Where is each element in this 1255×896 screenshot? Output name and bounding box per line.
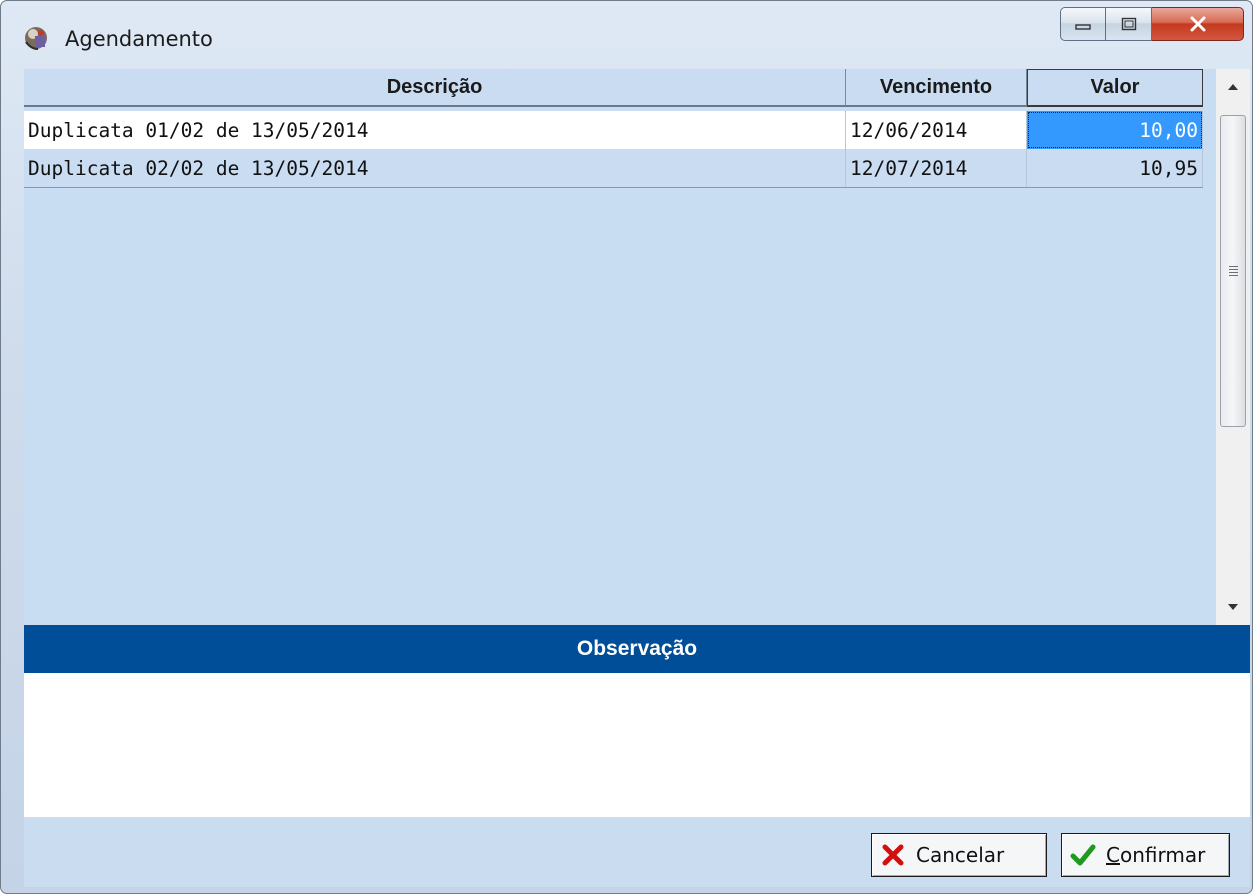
minimize-icon xyxy=(1075,24,1091,30)
column-header-vencimento[interactable]: Vencimento xyxy=(846,69,1027,107)
column-header-valor[interactable]: Valor xyxy=(1027,69,1203,107)
title-bar[interactable]: Agendamento xyxy=(1,1,1252,69)
observacao-header: Observação xyxy=(24,625,1250,673)
grip-icon xyxy=(1228,266,1238,276)
cancel-button-label: Cancelar xyxy=(916,843,1005,867)
cell-valor-selected[interactable]: 10,00 xyxy=(1027,111,1203,149)
scroll-down-button[interactable] xyxy=(1216,589,1250,625)
green-check-icon xyxy=(1070,842,1096,868)
installments-grid[interactable]: Descrição Vencimento Valor Duplicata 01/… xyxy=(24,69,1250,625)
close-icon xyxy=(1190,16,1205,32)
cell-vencimento[interactable]: 12/07/2014 xyxy=(846,149,1027,187)
cell-vencimento[interactable]: 12/06/2014 xyxy=(846,111,1027,149)
confirm-button-label: Confirmar xyxy=(1106,843,1206,867)
table-row[interactable]: Duplicata 01/02 de 13/05/2014 12/06/2014… xyxy=(24,111,1203,149)
app-icon[interactable] xyxy=(23,25,49,51)
scroll-thumb[interactable] xyxy=(1220,115,1246,427)
observacao-textarea[interactable] xyxy=(24,673,1250,817)
grid-header: Descrição Vencimento Valor xyxy=(24,69,1203,107)
maximize-icon xyxy=(1121,17,1136,31)
maximize-button[interactable] xyxy=(1106,7,1152,41)
cell-descricao[interactable]: Duplicata 01/02 de 13/05/2014 xyxy=(24,111,846,149)
button-bar: Cancelar Confirmar xyxy=(24,817,1250,887)
arrow-up-icon xyxy=(1228,84,1238,90)
window-title: Agendamento xyxy=(65,27,213,51)
table-row[interactable]: Duplicata 02/02 de 13/05/2014 12/07/2014… xyxy=(24,149,1203,188)
agendamento-window: Agendamento Descrição Vencimento Valor D… xyxy=(0,0,1253,894)
caption-buttons xyxy=(1060,7,1244,43)
red-x-icon xyxy=(880,842,906,868)
arrow-down-icon xyxy=(1228,604,1238,610)
minimize-button[interactable] xyxy=(1060,7,1106,41)
vertical-scrollbar[interactable] xyxy=(1215,69,1250,625)
scroll-up-button[interactable] xyxy=(1216,69,1250,105)
client-area: Descrição Vencimento Valor Duplicata 01/… xyxy=(24,69,1250,887)
confirm-button[interactable]: Confirmar xyxy=(1061,833,1230,877)
cell-descricao[interactable]: Duplicata 02/02 de 13/05/2014 xyxy=(24,149,846,187)
column-header-descricao[interactable]: Descrição xyxy=(24,69,846,107)
cell-valor[interactable]: 10,95 xyxy=(1027,149,1203,187)
cancel-button[interactable]: Cancelar xyxy=(871,833,1047,877)
close-button[interactable] xyxy=(1152,7,1244,41)
